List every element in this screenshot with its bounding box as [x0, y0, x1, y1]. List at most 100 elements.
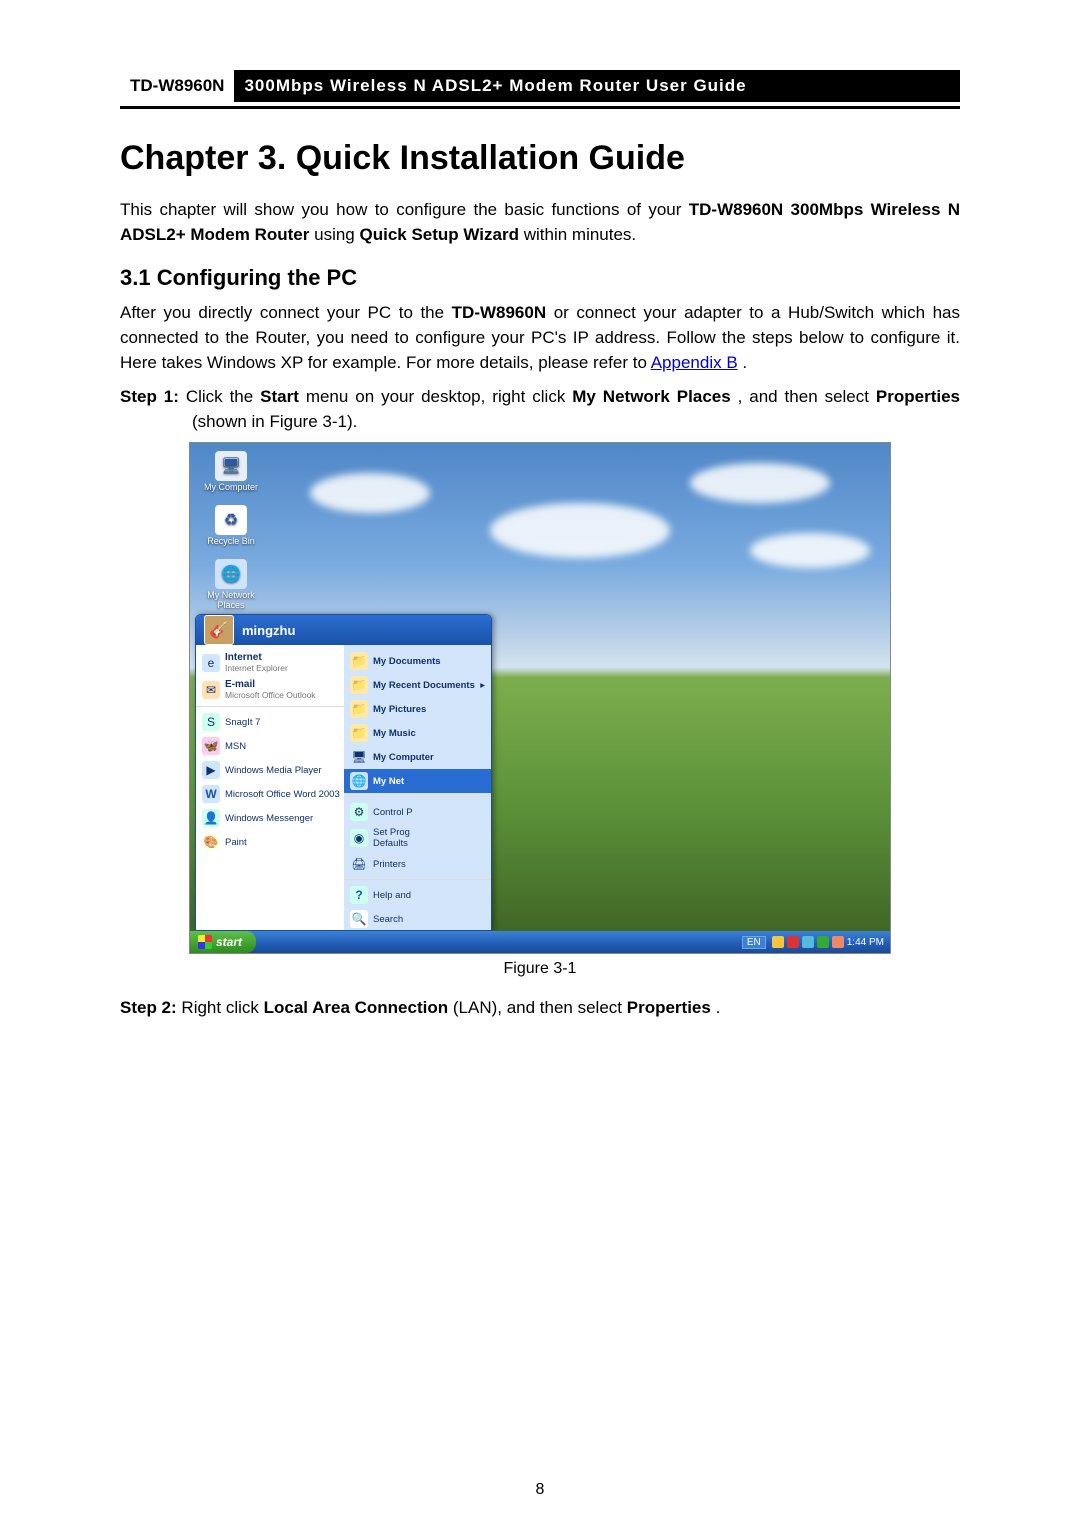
desktop-icon-label: My Computer	[196, 483, 266, 493]
search-icon: 🔍	[350, 910, 368, 928]
desktop-icon-label: Recycle Bin	[196, 537, 266, 547]
start-item-label: Windows Media Player	[225, 765, 322, 776]
tray-icon[interactable]	[832, 936, 844, 948]
paint-icon: 🎨	[202, 833, 220, 851]
start-item-label: Windows Messenger	[225, 813, 313, 824]
step-text: menu on your desktop, right click	[306, 387, 572, 406]
folder-icon: 📁	[350, 724, 368, 742]
appendix-link[interactable]: Appendix B	[651, 353, 738, 372]
computer-icon: 🖥	[215, 451, 247, 481]
step-1: Step 1: Click the Start menu on your des…	[120, 385, 960, 434]
folder-icon: 📁	[350, 676, 368, 694]
start-item-my-computer[interactable]: 🖥 My Computer	[344, 745, 491, 769]
step-bold-properties: Properties	[627, 998, 711, 1017]
start-menu-header: 🎸 mingzhu	[196, 615, 491, 645]
tray-icon[interactable]	[817, 936, 829, 948]
chevron-right-icon: ▸	[480, 680, 485, 691]
document-header: TD-W8960N 300Mbps Wireless N ADSL2+ Mode…	[120, 70, 960, 109]
start-item-my-recent-documents[interactable]: 📁 My Recent Documents ▸	[344, 673, 491, 697]
start-item-snagit[interactable]: S SnagIt 7	[196, 710, 344, 734]
taskbar-clock: 1:44 PM	[847, 937, 884, 948]
network-icon: 🌐	[350, 772, 368, 790]
page-number: 8	[0, 1481, 1080, 1499]
computer-icon: 🖥	[350, 748, 368, 766]
step-2: Step 2: Right click Local Area Connectio…	[120, 996, 960, 1021]
windows-logo-icon	[198, 935, 212, 949]
section-text: .	[742, 353, 747, 372]
step-bold-start: Start	[260, 387, 299, 406]
start-item-label: My Recent Documents	[373, 680, 475, 691]
start-button[interactable]: start	[190, 931, 256, 953]
section-bold-model: TD-W8960N	[452, 303, 546, 322]
start-item-email[interactable]: ✉ E-mailMicrosoft Office Outlook	[196, 676, 344, 703]
start-menu-left-column: e InternetInternet Explorer ✉ E-mailMicr…	[196, 645, 344, 931]
step-text: Click the	[186, 387, 260, 406]
start-item-label: My Documents	[373, 656, 441, 667]
start-item-word[interactable]: W Microsoft Office Word 2003	[196, 782, 344, 806]
network-icon: 🌐	[215, 559, 247, 589]
figure-3-1-screenshot: 🖥 My Computer ♻ Recycle Bin 🌐 My Network…	[189, 442, 891, 954]
desktop-icon-recycle-bin[interactable]: ♻ Recycle Bin	[196, 505, 266, 547]
step-bold-lan: Local Area Connection	[264, 998, 449, 1017]
tray-icon[interactable]	[802, 936, 814, 948]
start-item-control-panel[interactable]: ⚙ Control P	[344, 800, 491, 824]
step-label: Step 2:	[120, 998, 177, 1017]
start-item-internet[interactable]: e InternetInternet Explorer	[196, 649, 344, 676]
desktop-icon-my-network-places[interactable]: 🌐 My Network Places	[196, 559, 266, 611]
help-icon: ?	[350, 886, 368, 904]
start-item-search[interactable]: 🔍 Search	[344, 907, 491, 931]
start-button-label: start	[216, 935, 242, 949]
user-avatar-icon: 🎸	[204, 615, 234, 645]
start-item-label: Control P	[373, 807, 413, 818]
system-tray: 1:44 PM	[772, 936, 890, 948]
folder-icon: 📁	[350, 652, 368, 670]
start-item-messenger[interactable]: 👤 Windows Messenger	[196, 806, 344, 830]
taskbar: start EN 1:44 PM	[190, 931, 890, 953]
start-item-printers[interactable]: 🖨 Printers	[344, 852, 491, 876]
intro-text: using	[314, 225, 359, 244]
start-item-subtitle: Internet Explorer	[225, 663, 288, 673]
start-item-my-network-places[interactable]: 🌐 My Net	[344, 769, 491, 793]
header-model: TD-W8960N	[120, 70, 234, 102]
messenger-icon: 👤	[202, 809, 220, 827]
folder-icon: 📁	[350, 700, 368, 718]
start-item-my-pictures[interactable]: 📁 My Pictures	[344, 697, 491, 721]
start-item-my-documents[interactable]: 📁 My Documents	[344, 649, 491, 673]
control-panel-icon: ⚙	[350, 803, 368, 821]
printer-icon: 🖨	[350, 855, 368, 873]
intro-text: This chapter will show you how to config…	[120, 200, 689, 219]
start-menu: 🎸 mingzhu e InternetInternet Explorer ✉ …	[195, 614, 492, 931]
intro-text: within minutes.	[524, 225, 636, 244]
recycle-bin-icon: ♻	[215, 505, 247, 535]
header-guide-title: 300Mbps Wireless N ADSL2+ Modem Router U…	[234, 70, 960, 102]
tray-icon[interactable]	[772, 936, 784, 948]
intro-paragraph: This chapter will show you how to config…	[120, 198, 960, 247]
step-text: (LAN), and then select	[453, 998, 627, 1017]
wmp-icon: ▶	[202, 761, 220, 779]
programs-icon: ◉	[350, 829, 368, 847]
desktop-icon-label: My Network Places	[196, 591, 266, 611]
start-item-title: E-mail	[225, 679, 316, 690]
start-item-help[interactable]: ? Help and	[344, 883, 491, 907]
step-text: , and then select	[738, 387, 876, 406]
word-icon: W	[202, 785, 220, 803]
language-indicator[interactable]: EN	[742, 936, 766, 949]
desktop-icon-my-computer[interactable]: 🖥 My Computer	[196, 451, 266, 493]
start-item-label: Set Prog	[373, 827, 410, 838]
ie-icon: e	[202, 654, 220, 672]
section-text: After you directly connect your PC to th…	[120, 303, 452, 322]
start-item-msn[interactable]: 🦋 MSN	[196, 734, 344, 758]
tray-icon[interactable]	[787, 936, 799, 948]
start-item-wmp[interactable]: ▶ Windows Media Player	[196, 758, 344, 782]
start-item-label: Defaults	[373, 838, 408, 849]
msn-icon: 🦋	[202, 737, 220, 755]
start-item-paint[interactable]: 🎨 Paint	[196, 830, 344, 854]
start-item-set-program-access[interactable]: ◉ Set ProgDefaults	[344, 824, 491, 852]
outlook-icon: ✉	[202, 681, 220, 699]
start-item-my-music[interactable]: 📁 My Music	[344, 721, 491, 745]
start-menu-right-column: 📁 My Documents 📁 My Recent Documents ▸ 📁…	[344, 645, 491, 931]
chapter-title: Chapter 3. Quick Installation Guide	[120, 139, 960, 178]
start-item-label: Help and	[373, 890, 411, 901]
start-item-label: My Net	[373, 776, 404, 787]
step-label: Step 1:	[120, 387, 179, 406]
